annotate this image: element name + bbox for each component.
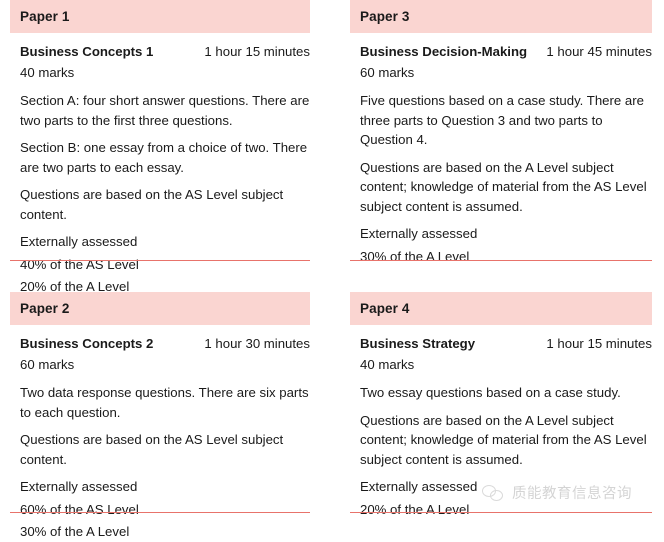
paper-detail: Five questions based on a case study. Th…	[360, 93, 644, 147]
section-divider	[10, 512, 310, 513]
paper-marks: 60 marks	[20, 357, 75, 372]
paper-marks: 40 marks	[20, 65, 75, 80]
paper-weighting: 20% of the A Level	[360, 501, 470, 517]
paper-body-3: Business Decision-Making 1 hour 45 minut…	[350, 33, 652, 266]
paper-detail: Section A: four short answer questions. …	[20, 93, 310, 128]
paper-duration: 1 hour 45 minutes	[546, 44, 652, 59]
paper-detail: Questions are based on the A Level subje…	[360, 159, 647, 214]
paper-duration: 1 hour 15 minutes	[546, 336, 652, 351]
paper-assessment: Externally assessed	[360, 479, 478, 494]
paper-name: Business Concepts 2	[20, 336, 154, 351]
paper-card-2: Paper 2 Business Concepts 2 1 hour 30 mi…	[0, 292, 340, 539]
paper-card-4: Paper 4 Business Strategy 1 hour 15 minu…	[340, 292, 664, 522]
paper-assessment: Externally assessed	[20, 479, 138, 494]
paper-header-3: Paper 3	[350, 0, 652, 33]
paper-header-label: Paper 4	[360, 301, 410, 316]
paper-marks: 60 marks	[360, 65, 415, 80]
paper-header-label: Paper 1	[20, 9, 70, 24]
paper-title-row: Business Concepts 2 1 hour 30 minutes	[20, 334, 310, 354]
paper-detail: Two data response questions. There are s…	[20, 385, 309, 420]
paper-weighting: 30% of the A Level	[20, 524, 130, 539]
paper-name: Business Decision-Making	[360, 44, 528, 59]
paper-weighting: 40% of the AS Level	[20, 256, 139, 272]
paper-body-4: Business Strategy 1 hour 15 minutes 40 m…	[350, 325, 652, 519]
paper-detail: Two essay questions based on a case stud…	[360, 385, 621, 400]
paper-detail: Questions are based on the A Level subje…	[360, 412, 647, 467]
paper-header-label: Paper 3	[360, 9, 410, 24]
paper-assessment: Externally assessed	[360, 226, 478, 241]
paper-detail: Section B: one essay from a choice of tw…	[20, 140, 308, 175]
paper-card-3: Paper 3 Business Decision-Making 1 hour …	[340, 0, 664, 292]
paper-title-row: Business Decision-Making 1 hour 45 minut…	[360, 42, 652, 62]
paper-weighting: 60% of the AS Level	[20, 501, 139, 517]
papers-grid: Paper 1 Business Concepts 1 1 hour 15 mi…	[0, 0, 664, 539]
paper-name: Business Strategy	[360, 336, 476, 351]
paper-weighting: 30% of the A Level	[360, 248, 470, 264]
paper-header-2: Paper 2	[10, 292, 310, 325]
paper-header-4: Paper 4	[350, 292, 652, 325]
paper-title-row: Business Strategy 1 hour 15 minutes	[360, 334, 652, 354]
paper-marks: 40 marks	[360, 357, 415, 372]
section-divider	[10, 260, 310, 261]
paper-duration: 1 hour 15 minutes	[204, 44, 310, 59]
paper-body-1: Business Concepts 1 1 hour 15 minutes 40…	[10, 33, 310, 297]
paper-assessment: Externally assessed	[20, 234, 138, 249]
paper-header-label: Paper 2	[20, 301, 70, 316]
section-divider	[350, 512, 652, 513]
paper-title-row: Business Concepts 1 1 hour 15 minutes	[20, 42, 310, 62]
paper-header-1: Paper 1	[10, 0, 310, 33]
paper-name: Business Concepts 1	[20, 44, 154, 59]
paper-duration: 1 hour 30 minutes	[204, 336, 310, 351]
paper-detail: Questions are based on the AS Level subj…	[20, 187, 284, 222]
section-divider	[350, 260, 652, 261]
paper-detail: Questions are based on the AS Level subj…	[20, 432, 284, 467]
paper-body-2: Business Concepts 2 1 hour 30 minutes 60…	[10, 325, 310, 542]
paper-card-1: Paper 1 Business Concepts 1 1 hour 15 mi…	[0, 0, 340, 294]
assessment-overview-sheet: Paper 1 Business Concepts 1 1 hour 15 mi…	[0, 0, 664, 539]
